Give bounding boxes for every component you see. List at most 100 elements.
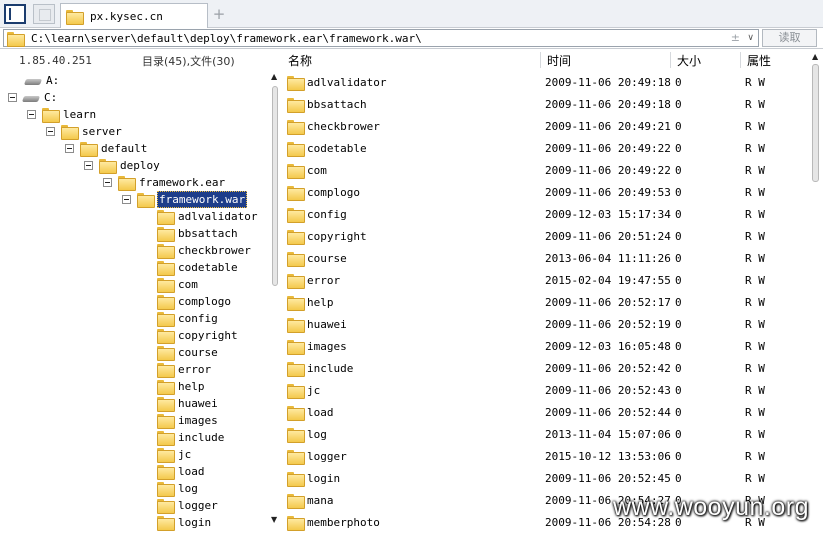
file-size: 0	[675, 208, 682, 221]
file-row[interactable]: logger 2015-10-12 13:53:06 0 R W	[282, 446, 808, 468]
file-attr: R W	[745, 142, 765, 155]
folder-icon	[287, 98, 305, 113]
column-name[interactable]: 名称	[288, 52, 312, 69]
collapse-icon[interactable]	[103, 178, 112, 187]
file-row[interactable]: include 2009-11-06 20:52:42 0 R W	[282, 358, 808, 380]
sidebar-toggle-button[interactable]	[4, 4, 26, 24]
tree-node[interactable]: C:	[8, 89, 58, 106]
file-size: 0	[675, 318, 682, 331]
file-row[interactable]: error 2015-02-04 19:47:55 0 R W	[282, 270, 808, 292]
tree-node[interactable]: checkbrower	[157, 242, 252, 259]
tree-node[interactable]: com	[157, 276, 199, 293]
tree-node[interactable]: error	[157, 361, 212, 378]
file-row[interactable]: complogo 2009-11-06 20:49:53 0 R W	[282, 182, 808, 204]
tree-node[interactable]: config	[157, 310, 219, 327]
tree-node-label: framework.war	[157, 191, 248, 208]
file-row[interactable]: log 2013-11-04 15:07:06 0 R W	[282, 424, 808, 446]
watermark: www.wooyun.org	[613, 493, 809, 521]
tree-node[interactable]: server	[46, 123, 123, 140]
file-row[interactable]: course 2013-06-04 11:11:26 0 R W	[282, 248, 808, 270]
collapse-icon[interactable]	[8, 93, 17, 102]
tree-node-label: server	[82, 125, 122, 138]
path-input[interactable]: C:\learn\server\default\deploy\framework…	[3, 29, 759, 47]
file-row[interactable]: config 2009-12-03 15:17:34 0 R W	[282, 204, 808, 226]
file-row[interactable]: jc 2009-11-06 20:52:43 0 R W	[282, 380, 808, 402]
tree-node[interactable]: deploy	[84, 157, 161, 174]
tree-node[interactable]: images	[157, 412, 219, 429]
tree-node[interactable]: log	[157, 480, 199, 497]
scroll-up-icon[interactable]: ▲	[271, 72, 277, 81]
column-size[interactable]: 大小	[677, 52, 701, 69]
column-divider[interactable]	[540, 52, 541, 68]
file-row[interactable]: help 2009-11-06 20:52:17 0 R W	[282, 292, 808, 314]
tree-node[interactable]: framework.ear	[103, 174, 226, 191]
file-row[interactable]: login 2009-11-06 20:52:45 0 R W	[282, 468, 808, 490]
folder-icon	[287, 76, 305, 91]
folder-icon	[157, 244, 175, 259]
file-time: 2009-12-03 16:05:48	[545, 340, 671, 353]
column-time[interactable]: 时间	[547, 52, 571, 69]
plus-minus-icon[interactable]: ±	[731, 30, 740, 46]
folder-icon	[287, 384, 305, 399]
file-list-pane: 名称 时间 大小 属性 adlvalidator 2009-11-06 20:49…	[282, 50, 823, 538]
folder-icon	[157, 363, 175, 378]
file-row[interactable]: bbsattach 2009-11-06 20:49:18 0 R W	[282, 94, 808, 116]
tree-node[interactable]: complogo	[157, 293, 232, 310]
column-divider[interactable]	[670, 52, 671, 68]
file-name: images	[307, 340, 347, 353]
scroll-down-icon[interactable]: ▼	[271, 515, 277, 524]
scroll-up-icon[interactable]: ▲	[812, 52, 818, 61]
folder-icon	[137, 193, 155, 208]
tree-node[interactable]: huawei	[157, 395, 219, 412]
collapse-icon[interactable]	[122, 195, 131, 204]
tree-node[interactable]: bbsattach	[157, 225, 239, 242]
tree-node[interactable]: framework.war	[122, 191, 248, 208]
file-row[interactable]: codetable 2009-11-06 20:49:22 0 R W	[282, 138, 808, 160]
file-size: 0	[675, 164, 682, 177]
tree-node[interactable]: include	[157, 429, 225, 446]
collapse-icon[interactable]	[84, 161, 93, 170]
tree-node[interactable]: default	[65, 140, 148, 157]
tree-node[interactable]: load	[157, 463, 206, 480]
tree-node[interactable]: copyright	[157, 327, 239, 344]
file-row[interactable]: checkbrower 2009-11-06 20:49:21 0 R W	[282, 116, 808, 138]
file-time: 2009-11-06 20:52:19	[545, 318, 671, 331]
tree-node-label: checkbrower	[178, 244, 251, 257]
file-row[interactable]: huawei 2009-11-06 20:52:19 0 R W	[282, 314, 808, 336]
tree-node[interactable]: adlvalidator	[157, 208, 258, 225]
add-tab-button[interactable]: +	[211, 5, 227, 23]
file-attr: R W	[745, 406, 765, 419]
tree-node[interactable]: course	[157, 344, 219, 361]
tree-node[interactable]: A:	[25, 72, 60, 89]
tree-node[interactable]: help	[157, 378, 206, 395]
tab-site[interactable]: px.kysec.cn	[60, 3, 208, 29]
tree-scrollbar[interactable]: ▲ ▼	[268, 72, 282, 538]
collapse-icon[interactable]	[27, 110, 36, 119]
collapse-icon[interactable]	[65, 144, 74, 153]
scroll-thumb[interactable]	[812, 64, 819, 182]
folder-icon	[157, 516, 175, 531]
chevron-down-icon[interactable]: ∨	[747, 30, 754, 46]
tree-node[interactable]: codetable	[157, 259, 239, 276]
read-button[interactable]: 读取	[762, 29, 817, 47]
file-time: 2009-11-06 20:51:24	[545, 230, 671, 243]
file-row[interactable]: com 2009-11-06 20:49:22 0 R W	[282, 160, 808, 182]
tree-node[interactable]: login	[157, 514, 212, 531]
tree-node[interactable]: logger	[157, 497, 219, 514]
tree-node[interactable]: learn	[27, 106, 97, 123]
tree-node-label: A:	[46, 74, 60, 87]
scroll-thumb[interactable]	[272, 86, 278, 286]
tree-node[interactable]: jc	[157, 446, 192, 463]
column-divider[interactable]	[740, 52, 741, 68]
file-attr: R W	[745, 164, 765, 177]
file-row[interactable]: load 2009-11-06 20:52:44 0 R W	[282, 402, 808, 424]
column-attr[interactable]: 属性	[747, 52, 771, 69]
file-row[interactable]: adlvalidator 2009-11-06 20:49:18 0 R W	[282, 72, 808, 94]
file-row[interactable]: copyright 2009-11-06 20:51:24 0 R W	[282, 226, 808, 248]
file-list-scrollbar[interactable]: ▲	[808, 50, 823, 538]
file-row[interactable]: images 2009-12-03 16:05:48 0 R W	[282, 336, 808, 358]
tree-node-label: images	[178, 414, 218, 427]
new-window-button[interactable]	[33, 4, 55, 24]
collapse-icon[interactable]	[46, 127, 55, 136]
file-name: logger	[307, 450, 347, 463]
